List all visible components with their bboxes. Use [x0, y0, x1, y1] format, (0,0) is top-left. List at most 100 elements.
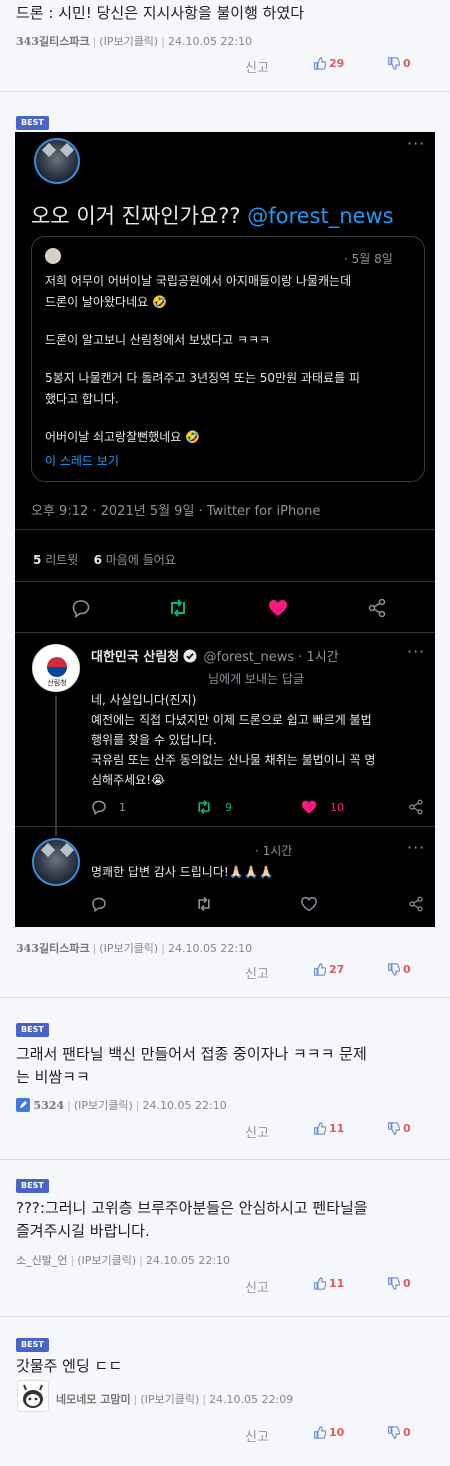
- comment-actions: 신고 29 0: [0, 57, 450, 77]
- comment-actions: 신고 11 0: [0, 1122, 450, 1142]
- tweet-timestamp: 오후 9:12 · 2021년 5월 9일 · Twitter for iPho…: [31, 504, 321, 519]
- comment-date: 24.10.05 22:09: [209, 1393, 294, 1406]
- thumbs-up-icon: [314, 1122, 326, 1135]
- comment-date: 24.10.05 22:10: [167, 942, 253, 955]
- comment-item: BEST 갓물주 엔딩 ㄷㄷ 네모네모 고맘미 | (IP보기클릭) | 24.10.0…: [0, 1318, 450, 1466]
- comment-text: 는 비쌈ㅋㅋ: [16, 1068, 90, 1086]
- comment-item: 드론 : 시민! 당신은 지시사항을 불이행 하였다 343길티스파크 | (IP보…: [0, 0, 450, 92]
- quoted-avatar: [45, 248, 61, 264]
- ip-link[interactable]: (IP보기클릭): [99, 942, 158, 955]
- downvote-count: 0: [403, 1277, 411, 1290]
- upvote-count: 11: [329, 1122, 345, 1135]
- heart-outline-icon: [301, 896, 317, 912]
- share-icon: [368, 598, 386, 618]
- svg-text:산림청: 산림청: [47, 678, 66, 687]
- comment-text: ???:그러니 고위층 브루주아분들은 안심하시고 펜타닐을: [16, 1199, 368, 1217]
- comment-author[interactable]: 343길티스파크: [16, 35, 90, 48]
- comment-text: 즐겨주시길 바랍니다.: [16, 1222, 150, 1240]
- reply-time: · 1시간: [255, 844, 293, 858]
- retweet-icon: [198, 897, 210, 911]
- thumbs-down-icon: [388, 57, 400, 70]
- report-button[interactable]: 신고: [245, 1277, 269, 1296]
- thumbs-up-icon: [314, 57, 326, 70]
- comment-text: 그래서 팬타닐 백신 만들어서 접종 중이자나 ㅋㅋㅋ 문제: [16, 1045, 367, 1063]
- reply-icon: [92, 800, 106, 815]
- upvote-count: 11: [329, 1277, 345, 1290]
- retweet-icon: [198, 800, 210, 814]
- report-button[interactable]: 신고: [245, 963, 269, 982]
- downvote-count: 0: [403, 57, 411, 70]
- tweet-screenshot-image: ··· 오오 이거 진짜인가요?? @forest_news · 5월 8일 저…: [15, 132, 435, 927]
- comment-text: 드론 : 시민! 당신은 지시사항을 불이행 하였다: [16, 4, 305, 22]
- best-badge: BEST: [16, 1023, 49, 1037]
- share-icon: [409, 799, 423, 815]
- comment-date: 24.10.05 22:10: [142, 1099, 227, 1112]
- user-avatar: [34, 138, 80, 184]
- character-icon: [23, 1384, 43, 1408]
- comment-meta: 소_신발_언 | (IP보기클릭) | 24.10.05 22:10: [16, 1254, 231, 1267]
- comment-text: 갓물주 엔딩 ㄷㄷ: [16, 1357, 123, 1375]
- comment-author[interactable]: 소_신발_언: [16, 1254, 67, 1267]
- comment-author[interactable]: 343길티스파크: [16, 942, 90, 955]
- comment-author[interactable]: 네모네모 고맘미: [56, 1393, 131, 1406]
- reply-text: 명쾌한 답변 감사 드립니다!🙏🏻🙏🏻🙏🏻: [91, 865, 274, 879]
- thumbs-up-icon: [314, 963, 326, 976]
- thumbs-down-icon: [388, 1426, 400, 1439]
- upvote-count: 29: [329, 57, 345, 70]
- downvote-button[interactable]: 0: [387, 1122, 411, 1135]
- reply-author: 대한민국 산림청 @forest_news · 1시간: [91, 649, 339, 665]
- thumbs-up-icon: [314, 1426, 326, 1439]
- upvote-button[interactable]: 11: [313, 1277, 344, 1290]
- upvote-button[interactable]: 29: [313, 57, 344, 70]
- heart-icon: [269, 600, 287, 616]
- retweet-icon: [171, 599, 185, 617]
- report-button[interactable]: 신고: [245, 1122, 269, 1141]
- downvote-count: 0: [403, 1426, 411, 1439]
- quoted-line: 드론이 알고보니 산림청에서 보냈다고 ㅋㅋㅋ: [45, 333, 271, 347]
- best-badge: BEST: [16, 1179, 49, 1193]
- reply-icon: [92, 897, 106, 912]
- share-icon: [409, 896, 423, 912]
- comment-author[interactable]: 5324: [34, 1099, 65, 1112]
- quoted-line: 어버이날 쇠고랑찰뻔했네요 🤣: [45, 430, 201, 444]
- downvote-count: 0: [403, 1122, 411, 1135]
- report-button[interactable]: 신고: [245, 57, 269, 76]
- verified-badge-icon: [183, 649, 197, 663]
- forest-service-logo: 산림청: [32, 644, 80, 692]
- ip-link[interactable]: (IP보기클릭): [77, 1254, 136, 1267]
- downvote-button[interactable]: 0: [387, 963, 411, 976]
- upvote-count: 10: [329, 1426, 345, 1439]
- quoted-line: 저희 어무이 어버이날 국립공원에서 아지매들이랑 나물캐는데: [45, 274, 352, 288]
- comment-item: BEST 그래서 팬타닐 백신 만들어서 접종 중이자나 ㅋㅋㅋ 문제 는 비쌈…: [0, 1005, 450, 1160]
- user-avatar: [17, 1380, 49, 1412]
- upvote-button[interactable]: 27: [313, 963, 344, 976]
- comment-date: 24.10.05 22:10: [145, 1254, 231, 1267]
- more-options-icon: ···: [407, 838, 426, 857]
- reply-icon: [72, 600, 90, 618]
- downvote-button[interactable]: 0: [387, 1426, 411, 1439]
- quoted-line: 5봉지 나물캔거 다 돌려주고 3년징역 또는 50만원 과태료를 피: [45, 371, 360, 385]
- tweet-text: 오오 이거 진짜인가요?? @forest_news: [31, 204, 394, 228]
- thumbs-down-icon: [388, 1122, 400, 1135]
- reply-line: 행위를 찾을 수 있답니다.: [91, 733, 217, 747]
- reply-count: 1: [119, 801, 126, 814]
- comment-meta: 343길티스파크 | (IP보기클릭) | 24.10.05 22:10: [16, 942, 253, 955]
- thumbs-up-icon: [314, 1277, 326, 1290]
- retweet-count: 9: [225, 801, 232, 814]
- downvote-button[interactable]: 0: [387, 1277, 411, 1290]
- comment-meta: 네모네모 고맘미 | (IP보기클릭) | 24.10.05 22:09: [56, 1393, 294, 1406]
- reply-line: 심해주세요!😭: [91, 773, 166, 787]
- report-button[interactable]: 신고: [245, 1426, 269, 1445]
- ip-link[interactable]: (IP보기클릭): [74, 1099, 133, 1112]
- upvote-button[interactable]: 11: [313, 1122, 344, 1135]
- comment-meta: 343길티스파크 | (IP보기클릭) | 24.10.05 22:10: [16, 35, 253, 48]
- ip-link[interactable]: (IP보기클릭): [99, 35, 158, 48]
- downvote-button[interactable]: 0: [387, 57, 411, 70]
- quoted-line: 드론이 날아왔다네요 🤣: [45, 295, 167, 309]
- ip-link[interactable]: (IP보기클릭): [140, 1393, 199, 1406]
- upvote-count: 27: [329, 963, 345, 976]
- upvote-button[interactable]: 10: [313, 1426, 344, 1439]
- more-options-icon: ···: [407, 642, 426, 661]
- quoted-date: · 5월 8일: [344, 252, 393, 266]
- comment-item: BEST ???:그러니 고위층 브루주아분들은 안심하시고 펜타닐을 즐겨주시…: [0, 1161, 450, 1317]
